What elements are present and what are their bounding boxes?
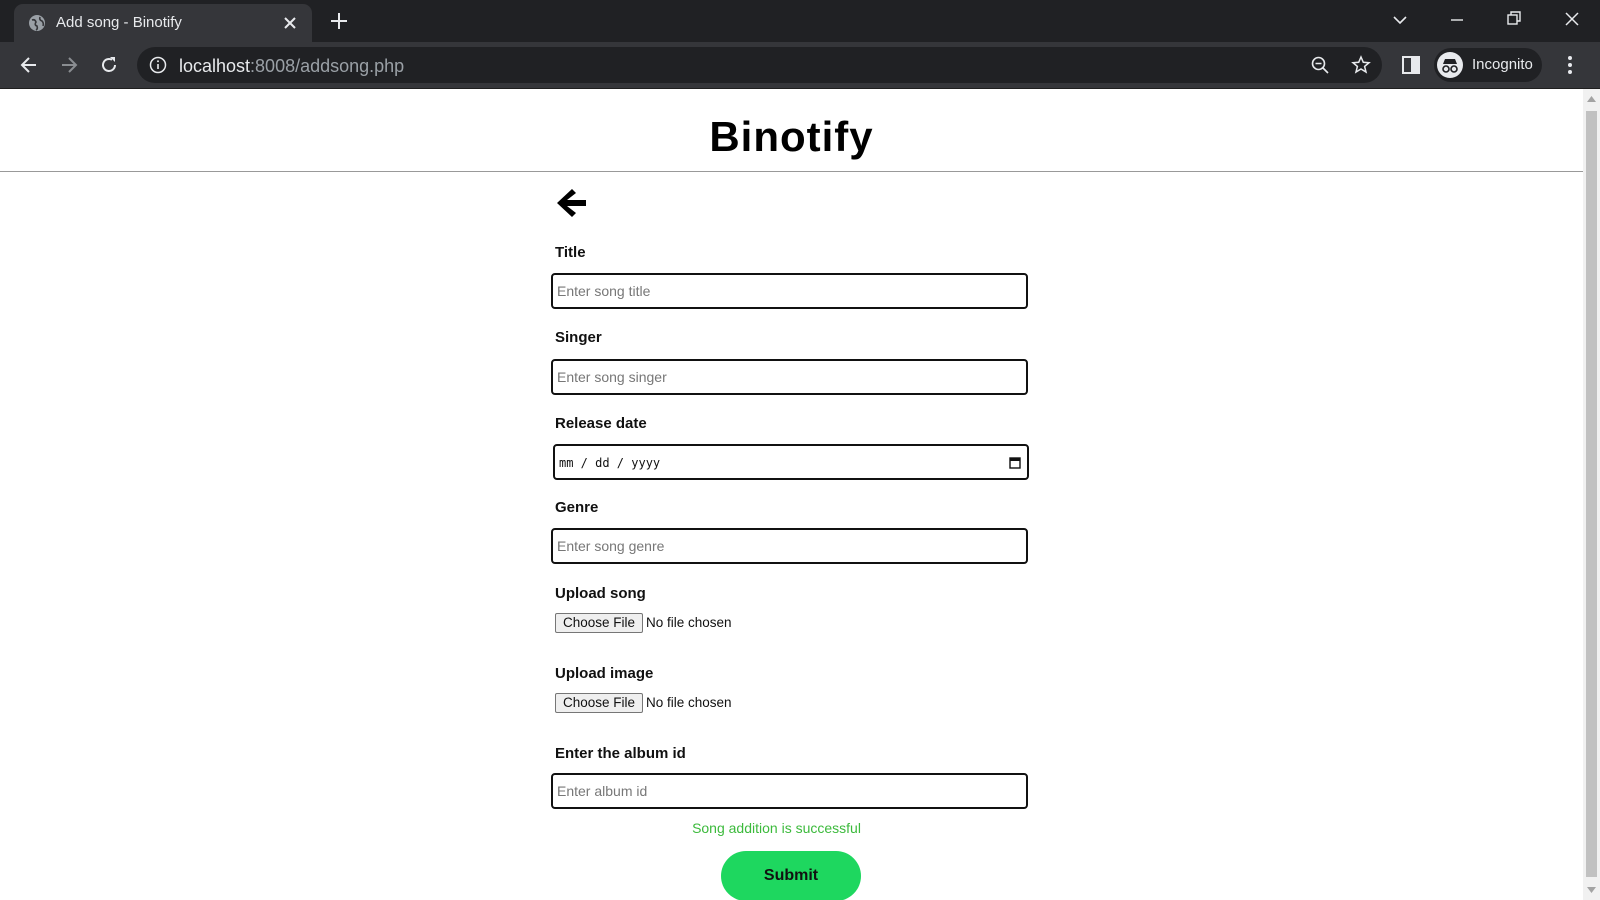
reload-icon[interactable] — [99, 55, 119, 75]
upload-image-label: Upload image — [555, 665, 654, 682]
forward-arrow-icon[interactable] — [59, 55, 79, 75]
upload-song-label: Upload song — [555, 585, 646, 602]
song-title-input[interactable] — [551, 273, 1028, 309]
new-tab-icon[interactable] — [330, 12, 348, 30]
scroll-up-icon[interactable] — [1587, 95, 1596, 103]
address-bar[interactable]: localhost:8008/addsong.php — [137, 47, 1382, 83]
scroll-down-icon[interactable] — [1587, 886, 1596, 894]
browser-tab[interactable]: Add song - Binotify — [14, 4, 312, 42]
release-date-input[interactable]: mm / dd / yyyy — [553, 444, 1029, 480]
url-host: localhost — [179, 56, 251, 76]
tab-strip: Add song - Binotify — [0, 0, 1600, 42]
minimize-icon[interactable] — [1449, 12, 1465, 28]
album-id-input[interactable] — [551, 773, 1028, 809]
scroll-thumb[interactable] — [1586, 111, 1597, 877]
song-singer-input[interactable] — [551, 359, 1028, 395]
url-text: localhost:8008/addsong.php — [179, 56, 404, 77]
release-date-format: mm / dd / yyyy — [559, 456, 661, 470]
tab-search-chevron-icon[interactable] — [1392, 12, 1408, 28]
back-arrow-icon[interactable] — [19, 55, 39, 75]
album-id-label: Enter the album id — [555, 745, 686, 762]
image-file-status: No file chosen — [646, 695, 732, 710]
side-panel-icon[interactable] — [1401, 55, 1421, 75]
submit-button[interactable]: Submit — [721, 851, 861, 900]
incognito-icon — [1437, 52, 1463, 78]
tab-title: Add song - Binotify — [56, 14, 182, 31]
calendar-icon[interactable] — [1009, 456, 1021, 469]
bookmark-star-icon[interactable] — [1351, 55, 1371, 75]
page-scrollbar[interactable] — [1583, 89, 1600, 900]
song-file-status: No file chosen — [646, 615, 732, 630]
choose-image-file-button[interactable]: Choose File — [555, 693, 644, 713]
globe-icon — [29, 15, 45, 31]
incognito-profile-button[interactable]: Incognito — [1434, 48, 1542, 82]
close-window-icon[interactable] — [1564, 11, 1580, 27]
browser-menu-icon[interactable] — [1566, 54, 1574, 76]
release-date-label: Release date — [555, 415, 647, 432]
url-path: :8008/addsong.php — [250, 56, 405, 76]
genre-label: Genre — [555, 499, 599, 516]
close-tab-icon[interactable] — [282, 15, 298, 31]
title-label: Title — [555, 244, 586, 261]
song-genre-input[interactable] — [551, 528, 1028, 564]
zoom-out-icon[interactable] — [1311, 56, 1329, 74]
success-message: Song addition is successful — [692, 820, 861, 836]
singer-label: Singer — [555, 329, 602, 346]
incognito-label: Incognito — [1472, 56, 1533, 73]
site-info-icon[interactable] — [149, 56, 167, 74]
site-title: Binotify — [709, 113, 874, 160]
site-header: Binotify — [0, 89, 1583, 172]
back-arrow-icon[interactable] — [553, 185, 589, 221]
browser-toolbar: localhost:8008/addsong.php Incognito — [0, 42, 1600, 89]
choose-song-file-button[interactable]: Choose File — [555, 613, 644, 633]
restore-icon[interactable] — [1506, 10, 1522, 26]
page-viewport: Binotify Title Singer Release date mm / … — [0, 89, 1583, 900]
